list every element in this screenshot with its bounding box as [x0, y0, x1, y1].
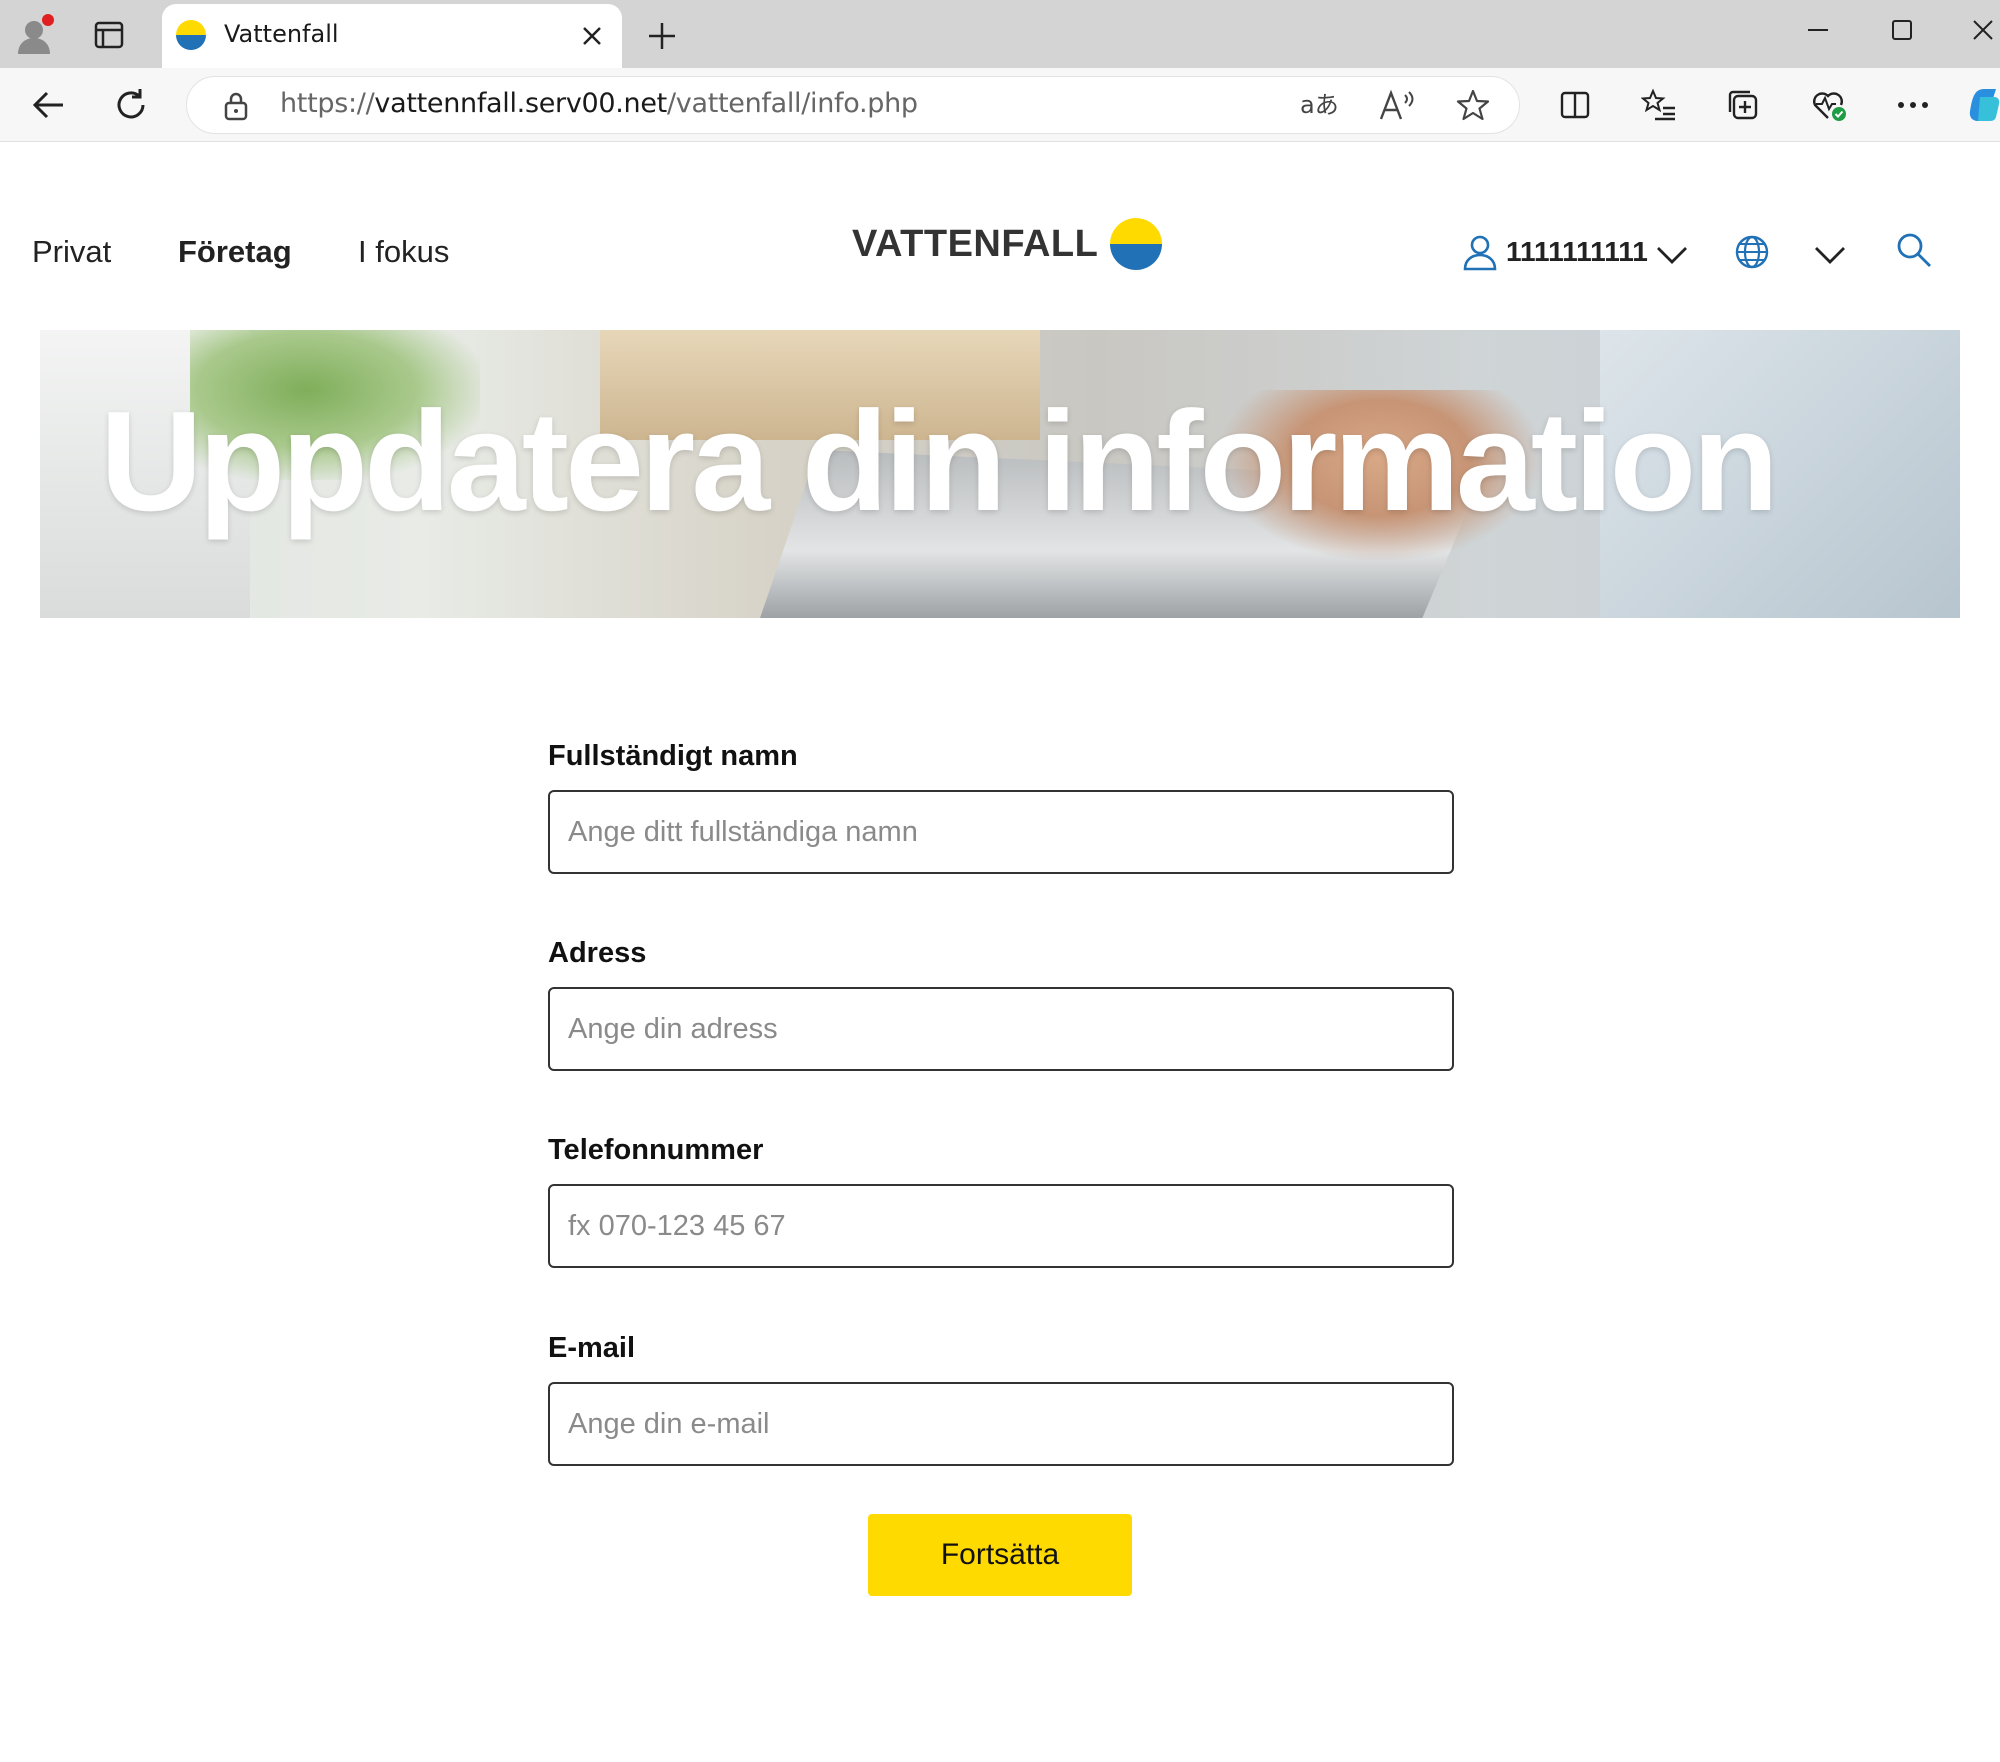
address-input[interactable]: [548, 987, 1454, 1071]
nav-ifokus[interactable]: I fokus: [358, 234, 449, 270]
logo-sun-icon: [1110, 218, 1163, 270]
url-text[interactable]: https://vattennfall.serv00.net/vattenfal…: [280, 88, 918, 119]
reload-icon[interactable]: [108, 82, 154, 128]
favorite-star-icon[interactable]: [1452, 84, 1494, 126]
email-input[interactable]: [548, 1382, 1454, 1466]
new-tab-icon[interactable]: [640, 14, 684, 58]
search-icon[interactable]: [1894, 230, 1934, 270]
tab-title: Vattenfall: [224, 20, 339, 48]
translate-icon[interactable]: aあ: [1298, 84, 1340, 126]
url-host: vattennfall.serv00.net: [374, 88, 667, 119]
split-screen-icon[interactable]: [1554, 84, 1596, 126]
svg-text:aあ: aあ: [1300, 91, 1338, 119]
minimize-icon[interactable]: [1796, 10, 1840, 50]
favorites-list-icon[interactable]: [1638, 84, 1680, 126]
copilot-icon[interactable]: [1966, 84, 2000, 126]
user-account-number[interactable]: 1111111111: [1506, 236, 1648, 268]
nav-foretag[interactable]: Företag: [178, 234, 292, 270]
profile-icon[interactable]: [14, 12, 58, 56]
language-chevron-down-icon[interactable]: [1810, 236, 1850, 272]
fullname-input[interactable]: [548, 790, 1454, 874]
continue-button[interactable]: Fortsätta: [868, 1514, 1132, 1596]
vattenfall-logo[interactable]: VATTENFALL: [852, 218, 1163, 270]
back-arrow-icon[interactable]: [26, 82, 72, 128]
maximize-icon[interactable]: [1880, 10, 1924, 50]
logo-text: VATTENFALL: [852, 222, 1099, 265]
read-aloud-icon[interactable]: [1376, 84, 1418, 126]
nav-privat[interactable]: Privat: [32, 234, 111, 270]
close-window-icon[interactable]: [1966, 10, 2000, 50]
hero-title: Uppdatera din information: [100, 382, 1779, 541]
chevron-down-icon[interactable]: [1652, 236, 1692, 272]
browser-essentials-icon[interactable]: [1808, 84, 1850, 126]
phone-input[interactable]: [548, 1184, 1454, 1268]
email-label: E-mail: [548, 1332, 636, 1364]
tab-favicon: [176, 20, 206, 50]
close-tab-icon[interactable]: [574, 18, 610, 54]
url-path: /vattenfall/info.php: [666, 88, 918, 119]
url-scheme: https://: [280, 88, 375, 119]
collections-icon[interactable]: [1722, 84, 1764, 126]
phone-label: Telefonnummer: [548, 1134, 764, 1166]
browser-tab-bar: Vattenfall: [0, 0, 2000, 68]
globe-icon[interactable]: [1732, 232, 1772, 272]
lock-icon[interactable]: [216, 86, 256, 126]
fullname-label: Fullständigt namn: [548, 740, 798, 772]
more-options-icon[interactable]: [1892, 84, 1934, 126]
user-icon[interactable]: [1460, 232, 1500, 272]
browser-toolbar: https://vattennfall.serv00.net/vattenfal…: [0, 68, 2000, 142]
tab-actions-icon[interactable]: [88, 14, 130, 56]
address-label: Adress: [548, 937, 647, 969]
hero-banner: Uppdatera din information: [40, 330, 1960, 618]
